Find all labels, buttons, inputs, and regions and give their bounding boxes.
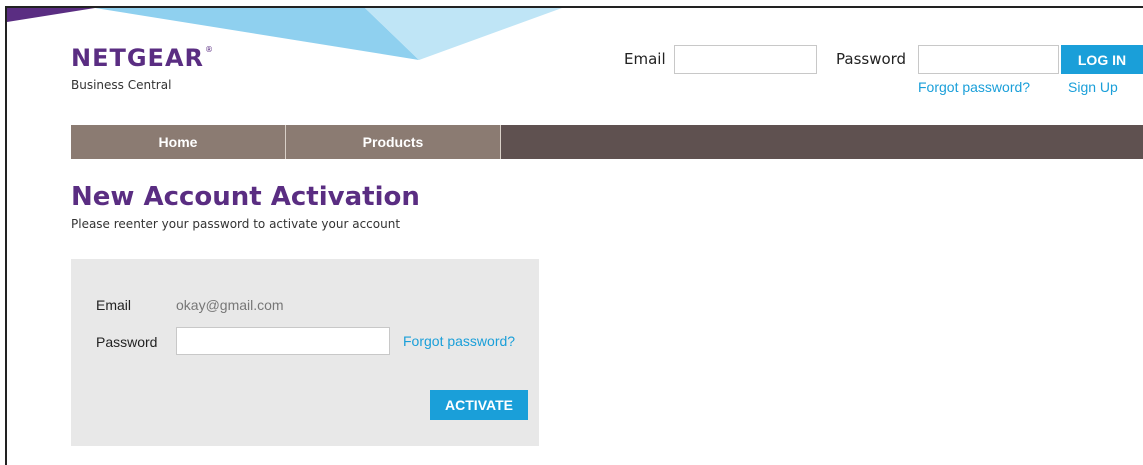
main-nav: Home Products: [71, 125, 1143, 159]
header-password-input[interactable]: [918, 45, 1059, 74]
sign-up-link[interactable]: Sign Up: [1068, 79, 1118, 95]
page-subtitle: Please reenter your password to activate…: [71, 217, 401, 231]
activation-password-input[interactable]: [176, 327, 390, 355]
nav-tab-products[interactable]: Products: [286, 125, 501, 159]
activation-password-label: Password: [96, 334, 158, 350]
login-button[interactable]: LOG IN: [1061, 45, 1143, 74]
header-email-input[interactable]: [674, 45, 817, 74]
activation-email-value: okay@gmail.com: [176, 297, 284, 313]
registered-mark: ®: [205, 45, 214, 54]
logo-brand-name: NETGEAR: [71, 44, 204, 72]
browser-page: NETGEAR® Business Central Email Password…: [5, 6, 1143, 465]
logo-wordmark: NETGEAR®: [71, 36, 214, 72]
header-forgot-password-link[interactable]: Forgot password?: [918, 79, 1030, 95]
nav-tab-home[interactable]: Home: [71, 125, 286, 159]
header-email-label: Email: [624, 50, 666, 68]
activation-forgot-password-link[interactable]: Forgot password?: [403, 333, 515, 349]
activate-button[interactable]: ACTIVATE: [430, 390, 528, 420]
page-title: New Account Activation: [71, 182, 420, 212]
activation-email-label: Email: [96, 297, 132, 313]
header-password-label: Password: [836, 50, 907, 68]
netgear-logo[interactable]: NETGEAR® Business Central: [71, 36, 214, 92]
logo-subtitle: Business Central: [71, 78, 172, 92]
activation-panel: Email okay@gmail.com Password Forgot pas…: [71, 259, 539, 446]
